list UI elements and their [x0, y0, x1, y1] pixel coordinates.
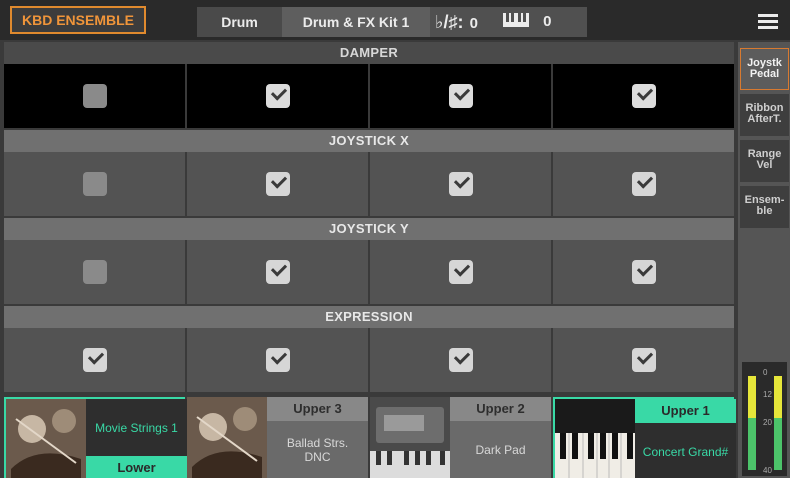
- keyboard-icon: [503, 13, 529, 28]
- checkbox-checked[interactable]: [631, 84, 656, 108]
- checkbox-unchecked[interactable]: [82, 260, 107, 284]
- kbd-ensemble-button[interactable]: KBD ENSEMBLE: [10, 6, 146, 34]
- controller-row: [4, 328, 734, 392]
- checkbox-checked[interactable]: [448, 172, 473, 196]
- side-tab[interactable]: Ribbon AfterT.: [740, 94, 789, 136]
- keyboard-track[interactable]: Upper 3 Ballad Strs. DNC: [187, 397, 368, 478]
- controller-cell: [4, 64, 185, 128]
- violin-image: [6, 399, 86, 478]
- checkbox-checked[interactable]: [631, 172, 656, 196]
- controller-cell: [370, 328, 551, 392]
- section-header: DAMPER: [4, 42, 734, 64]
- checkbox-checked[interactable]: [265, 172, 290, 196]
- level-meter: 0 12 20 40: [742, 362, 787, 476]
- controller-cell: [187, 64, 368, 128]
- controller-row: [4, 152, 734, 216]
- checkbox-checked[interactable]: [265, 348, 290, 372]
- track-sound-name: Dark Pad: [450, 421, 551, 478]
- controller-grid: DAMPER JOYSTICK X JOYSTICK Y EXPRESSION: [4, 42, 734, 397]
- meter-label: 20: [763, 418, 772, 427]
- controller-cell: [370, 64, 551, 128]
- tab-drum[interactable]: Drum: [197, 7, 282, 37]
- section-header: JOYSTICK X: [4, 130, 734, 152]
- side-tab[interactable]: Ensem- ble: [740, 186, 789, 228]
- controller-cell: [187, 328, 368, 392]
- controller-cell: [553, 152, 734, 216]
- controller-cell: [370, 240, 551, 304]
- controller-cell: [187, 240, 368, 304]
- controller-cell: [553, 240, 734, 304]
- track-sound-name: Movie Strings 1: [86, 399, 187, 456]
- track-name: Upper 1: [635, 399, 736, 423]
- side-tab[interactable]: Range Vel: [740, 140, 789, 182]
- keyboard-track[interactable]: Upper 1 Concert Grand#: [553, 397, 736, 478]
- checkbox-checked[interactable]: [82, 348, 107, 372]
- controller-row: [4, 64, 734, 128]
- hamburger-menu-icon[interactable]: [752, 7, 784, 37]
- section-header: EXPRESSION: [4, 306, 734, 328]
- controller-cell: [4, 152, 185, 216]
- track-name: Upper 3: [267, 397, 368, 421]
- meter-label: 12: [763, 390, 772, 399]
- checkbox-checked[interactable]: [448, 84, 473, 108]
- keyboard-track[interactable]: Lower Movie Strings 1: [4, 397, 187, 478]
- controller-cell: [4, 328, 185, 392]
- checkbox-checked[interactable]: [631, 348, 656, 372]
- checkbox-checked[interactable]: [265, 84, 290, 108]
- transpose-readout: ♭/♯: 0: [435, 7, 478, 37]
- checkbox-checked[interactable]: [265, 260, 290, 284]
- track-sound-name: Concert Grand#: [635, 423, 736, 478]
- meter-label: 40: [763, 466, 772, 475]
- meter-bar-right: [774, 418, 782, 470]
- checkbox-checked[interactable]: [631, 260, 656, 284]
- sound-path-bar: Drum Drum & FX Kit 1 ♭/♯: 0 0: [197, 7, 587, 37]
- controller-cell: [187, 152, 368, 216]
- controller-row: [4, 240, 734, 304]
- controller-cell: [553, 64, 734, 128]
- section-header: JOYSTICK Y: [4, 218, 734, 240]
- transpose-symbol: ♭/♯:: [435, 12, 464, 32]
- violin-image: [187, 397, 267, 478]
- controller-cell: [553, 328, 734, 392]
- controller-cell: [4, 240, 185, 304]
- controller-cell: [370, 152, 551, 216]
- top-bar: KBD ENSEMBLE Drum Drum & FX Kit 1 ♭/♯: 0…: [0, 0, 790, 40]
- piano-keys-image: [555, 399, 635, 478]
- transpose-value: 0: [469, 15, 479, 32]
- track-sound-name: Ballad Strs. DNC: [267, 421, 368, 478]
- keyboard-track[interactable]: Upper 2 Dark Pad: [370, 397, 551, 478]
- keyboard-track-strip: Lower Movie Strings 1 Upper 3 Ballad Strs. …: [4, 397, 736, 478]
- meter-bar-left: [748, 418, 756, 470]
- track-name: Upper 2: [450, 397, 551, 421]
- checkbox-unchecked[interactable]: [82, 84, 107, 108]
- track-name: Lower: [86, 456, 187, 478]
- checkbox-checked[interactable]: [448, 348, 473, 372]
- checkbox-unchecked[interactable]: [82, 172, 107, 196]
- tab-drum-fx-kit[interactable]: Drum & FX Kit 1: [282, 7, 430, 37]
- synth-keyboard-image: [370, 397, 450, 478]
- octave-value: 0: [543, 13, 552, 30]
- checkbox-checked[interactable]: [448, 260, 473, 284]
- meter-label: 0: [763, 368, 768, 377]
- octave-readout: 0: [503, 7, 552, 37]
- side-tab[interactable]: Joystk Pedal: [740, 48, 789, 90]
- meter-peak-right: [774, 376, 782, 418]
- meter-peak-left: [748, 376, 756, 418]
